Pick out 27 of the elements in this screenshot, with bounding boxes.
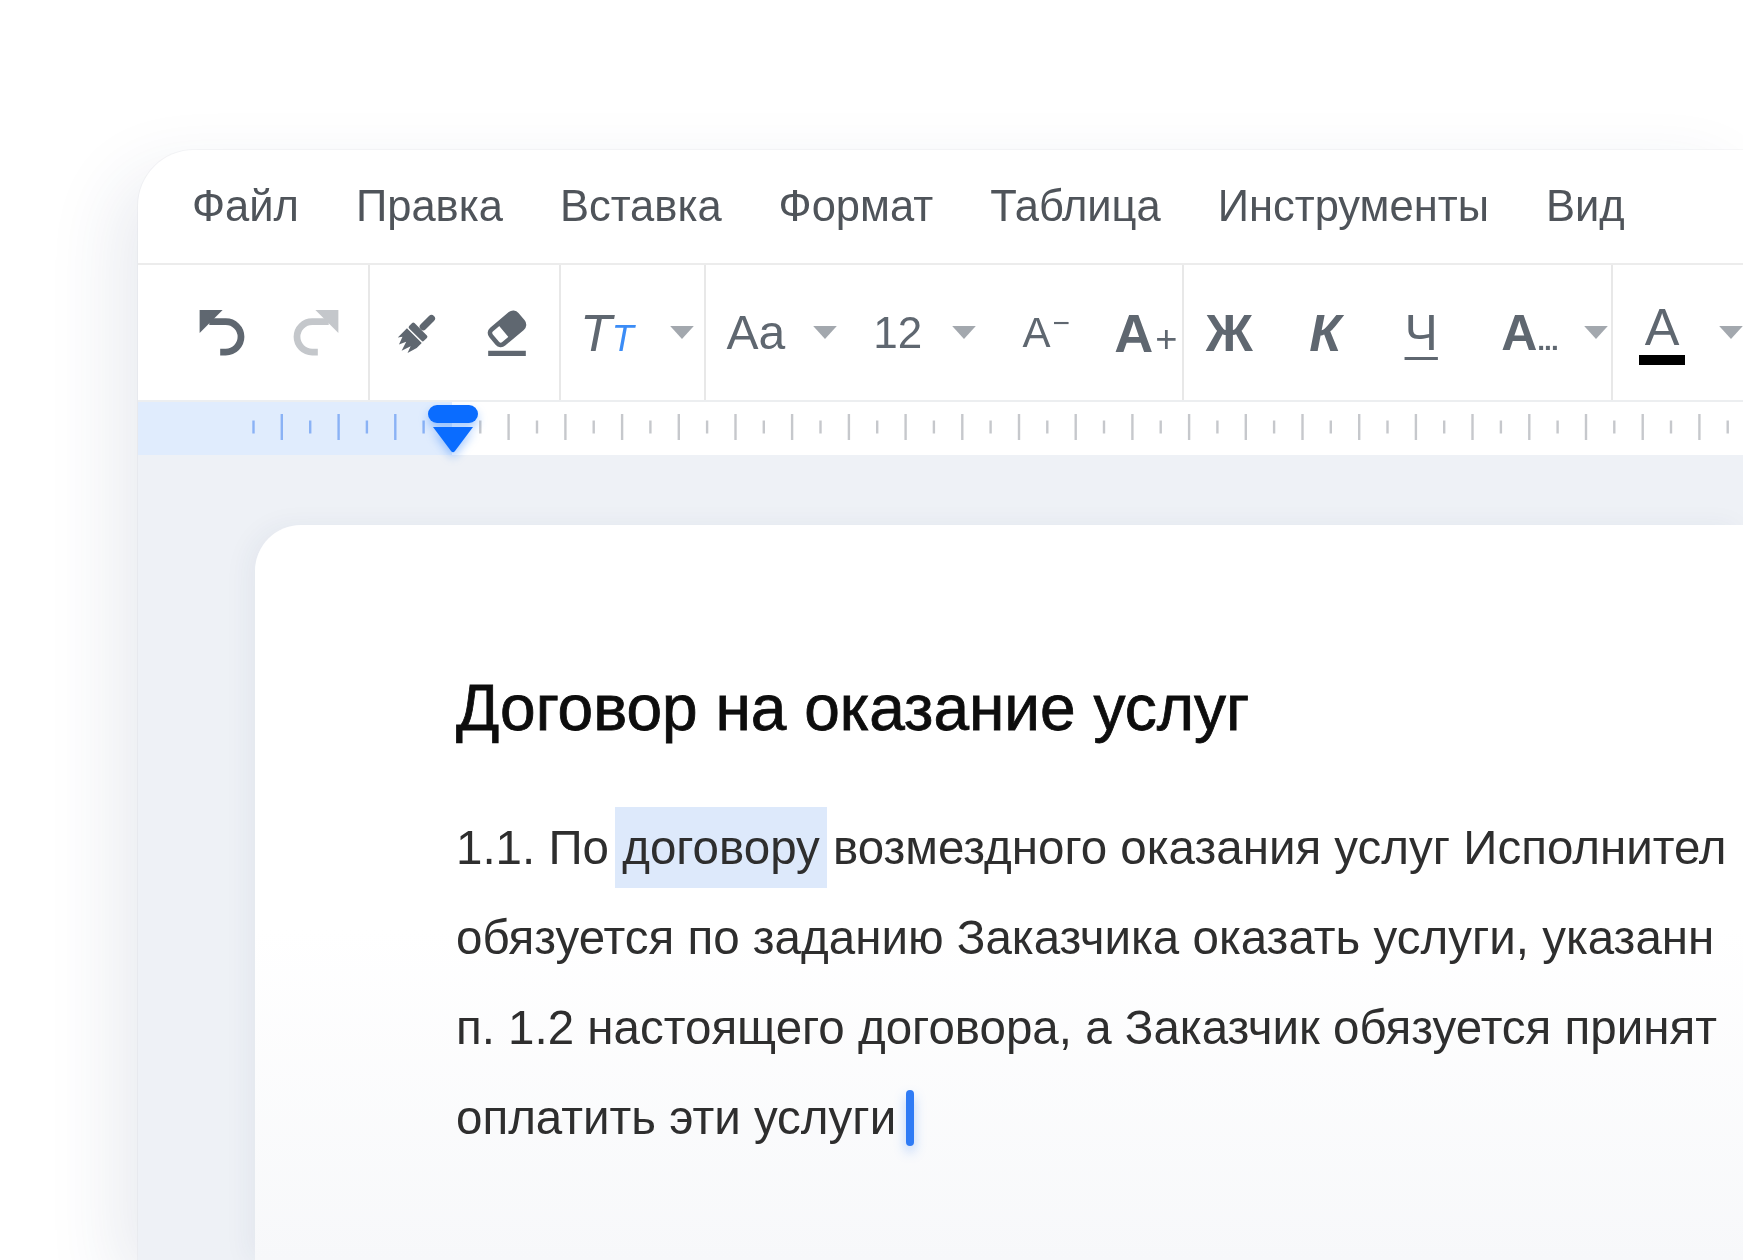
font-size-dropdown[interactable]: 12 <box>873 300 977 365</box>
underline-button[interactable]: Ч <box>1389 300 1454 365</box>
menu-item[interactable]: Инструменты <box>1217 180 1489 233</box>
decrease-font-size-button[interactable]: A− <box>1014 300 1079 365</box>
text-style-dropdown[interactable]: TT <box>579 300 694 365</box>
menu-item[interactable]: Вид <box>1545 180 1625 233</box>
text-format-dropdown[interactable]: A... <box>1501 300 1608 365</box>
font-dropdown[interactable]: Aa <box>726 300 838 365</box>
caret-icon <box>1583 326 1608 339</box>
bold-button[interactable]: Ж <box>1197 300 1262 365</box>
text-color-dropdown[interactable]: A <box>1639 300 1743 365</box>
menu-item[interactable]: Таблица <box>990 180 1161 233</box>
italic-button[interactable]: К <box>1293 300 1358 365</box>
paragraph: 1.1. По договору возмездного оказания услуг Исполнител обязуется по заданию Заказчика оказать услуги, указанн п. 1.2 настоящего договора, а Заказчик обязуется принят оплатить эти услуги <box>456 803 1727 1163</box>
menu-item[interactable]: Формат <box>778 180 934 233</box>
caret-icon <box>813 326 838 339</box>
indent-marker[interactable] <box>428 405 478 453</box>
document-title: Договор на оказание услуг <box>456 671 1250 745</box>
caret-icon <box>669 326 694 339</box>
redo-icon <box>293 309 339 356</box>
menu-item[interactable]: Правка <box>355 180 503 233</box>
menu-item[interactable]: Вставка <box>559 180 722 233</box>
caret-icon <box>1719 326 1743 339</box>
increase-font-size-button[interactable]: A+ <box>1114 300 1178 365</box>
menu-item[interactable]: Файл <box>192 180 299 233</box>
caret-icon <box>952 326 977 339</box>
undo-icon <box>199 309 245 356</box>
